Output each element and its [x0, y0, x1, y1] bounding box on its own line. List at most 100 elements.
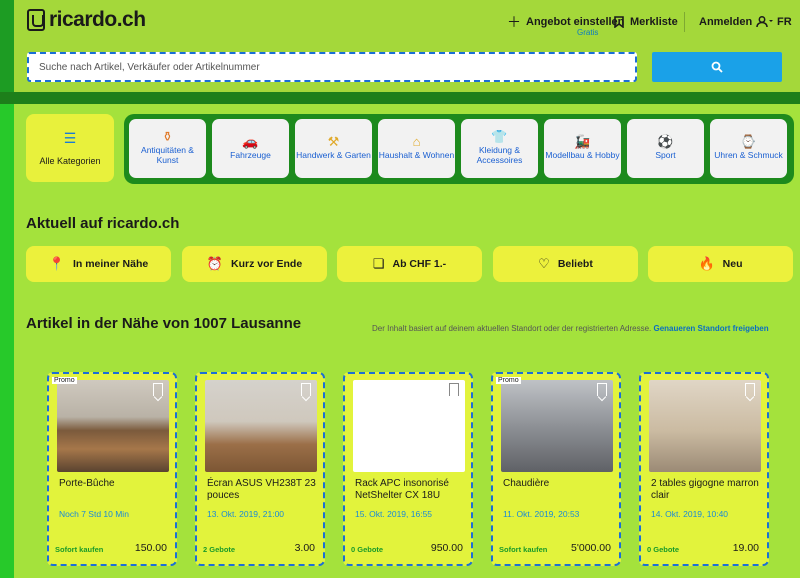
category-label: Sport [655, 150, 676, 160]
product-title: Écran ASUS VH238T 23 pouces [207, 478, 316, 501]
ball-icon: ⚽ [657, 134, 674, 149]
sell-link[interactable]: ＋ Angebot einstellen [507, 14, 624, 30]
product-title: 2 tables gigogne marron clair [651, 478, 759, 501]
chip-new[interactable]: 🔥 Neu [648, 246, 793, 282]
product-card[interactable]: Écran ASUS VH238T 23 pouces 13. Okt. 201… [195, 372, 325, 566]
search-input[interactable]: Suche nach Artikel, Verkäufer oder Artik… [27, 52, 637, 82]
search-placeholder: Suche nach Artikel, Verkäufer oder Artik… [39, 62, 260, 73]
current-heading: Aktuell auf ricardo.ch [26, 215, 180, 232]
heart-icon: ♡ [538, 256, 550, 271]
logo[interactable]: ricardo.ch [27, 8, 146, 32]
product-date: 14. Okt. 2019, 10:40 [651, 509, 729, 519]
promo-badge: Promo [52, 377, 77, 384]
search-button[interactable] [652, 52, 782, 82]
category-crafts-garden[interactable]: ⚒ Handwerk & Garten [295, 119, 372, 178]
chip-label: Beliebt [557, 258, 593, 270]
product-title: Rack APC insonorisé NetShelter CX 18U [355, 478, 449, 501]
product-price: 3.00 [294, 542, 315, 554]
train-icon: 🚂 [574, 134, 591, 149]
sell-sub-label: Gratis [577, 28, 599, 37]
product-card[interactable]: 2 tables gigogne marron clair 14. Okt. 2… [639, 372, 769, 566]
product-price: 150.00 [134, 542, 167, 554]
alarm-clock-icon: ⏰ [206, 256, 223, 271]
product-title: Porte-Bûche [59, 478, 115, 489]
location-note: Der Inhalt basiert auf deinem aktuellen … [372, 324, 769, 333]
car-icon: 🚗 [242, 134, 259, 149]
tools-icon: ⚒ [327, 134, 340, 149]
category-sport[interactable]: ⚽ Sport [627, 119, 704, 178]
product-card[interactable]: Rack APC insonorisé NetShelter CX 18U 15… [343, 372, 473, 566]
left-stripe [0, 104, 14, 578]
nearby-heading: Artikel in der Nähe von 1007 Lausanne [26, 315, 302, 332]
product-date: 11. Okt. 2019, 20:53 [503, 509, 580, 519]
one-box-icon: ❏ [372, 256, 385, 271]
category-household[interactable]: ⌂ Haushalt & Wohnen [378, 119, 455, 178]
header-band [0, 92, 800, 104]
watch-icon: ⌚ [740, 134, 757, 149]
chip-nearby[interactable]: 📍 In meiner Nähe [26, 246, 171, 282]
search-icon [711, 61, 723, 73]
flame-icon: 🔥 [698, 256, 715, 271]
category-clothing[interactable]: 👕 Kleidung & Accessoires [461, 119, 538, 178]
header: ricardo.ch ＋ Angebot einstellen Gratis M… [0, 0, 800, 104]
bookmark-icon[interactable] [745, 383, 755, 396]
chip-label: Neu [722, 258, 743, 270]
share-location-link[interactable]: Genaueren Standort freigeben [654, 324, 769, 333]
vase-icon: ⚱ [162, 129, 173, 144]
product-price: 19.00 [732, 542, 759, 554]
category-label: Modellbau & Hobby [545, 150, 620, 160]
bookmark-icon[interactable] [153, 383, 163, 396]
product-sub: Sofort kaufen [499, 545, 548, 554]
watchlist-label: Merkliste [630, 16, 678, 28]
lamp-icon: ⌂ [412, 134, 421, 149]
product-date: Noch 7 Std 10 Min [59, 509, 129, 519]
product-sub: Sofort kaufen [55, 545, 104, 554]
language-label: FR [777, 16, 792, 28]
promo-badge: Promo [496, 377, 521, 384]
sell-label: Angebot einstellen [526, 16, 625, 28]
category-label: Kleidung & Accessoires [476, 145, 523, 165]
product-sub: 2 Gebote [203, 545, 236, 554]
product-date: 15. Okt. 2019, 16:55 [355, 509, 433, 519]
product-date: 13. Okt. 2019, 21:00 [207, 509, 285, 519]
category-label: Fahrzeuge [230, 150, 271, 160]
watchlist-link[interactable]: Merkliste [614, 14, 678, 30]
plus-icon: ＋ [507, 14, 521, 30]
product-price: 5'000.00 [571, 542, 611, 554]
hand-logo-icon [27, 9, 45, 31]
product-title: Chaudière [503, 478, 550, 489]
login-label: Anmelden [699, 16, 753, 28]
category-label: Handwerk & Garten [296, 150, 371, 160]
product-card[interactable]: Promo Porte-Bûche Noch 7 Std 10 Min Sofo… [47, 372, 177, 566]
chip-label: Kurz vor Ende [231, 258, 303, 270]
bookmark-icon [614, 16, 624, 28]
location-note-text: Der Inhalt basiert auf deinem aktuellen … [372, 324, 652, 333]
category-label: Haushalt & Wohnen [378, 150, 455, 160]
category-models-hobby[interactable]: 🚂 Modellbau & Hobby [544, 119, 621, 178]
logo-text: ricardo.ch [49, 8, 146, 31]
category-label: Antiquitäten & Kunst [141, 145, 194, 165]
product-sub: 0 Gebote [351, 545, 384, 554]
bookmark-icon[interactable] [301, 383, 311, 396]
chip-label: In meiner Nähe [72, 258, 149, 270]
product-card[interactable]: Promo Chaudière 11. Okt. 2019, 20:53 Sof… [491, 372, 621, 566]
shirt-icon: 👕 [491, 129, 508, 144]
login-link[interactable]: Anmelden [699, 14, 774, 30]
menu-icon: ☰ [63, 130, 77, 146]
category-vehicles[interactable]: 🚗 Fahrzeuge [212, 119, 289, 178]
chip-ending-soon[interactable]: ⏰ Kurz vor Ende [182, 246, 327, 282]
product-sub: 0 Gebote [647, 545, 680, 554]
header-divider [684, 12, 685, 32]
chip-from-chf-1[interactable]: ❏ Ab CHF 1.- [337, 246, 482, 282]
all-categories-button[interactable]: ☰ Alle Kategorien [26, 114, 114, 182]
language-switch[interactable]: FR [777, 14, 792, 30]
category-watches-jewelry[interactable]: ⌚ Uhren & Schmuck [710, 119, 787, 178]
all-categories-label: Alle Kategorien [39, 156, 101, 166]
location-pin-icon: 📍 [48, 256, 65, 271]
category-bar: ⚱ Antiquitäten & Kunst 🚗 Fahrzeuge ⚒ Han… [124, 114, 794, 184]
bookmark-icon[interactable] [449, 383, 459, 396]
chip-popular[interactable]: ♡ Beliebt [493, 246, 638, 282]
category-antiquities[interactable]: ⚱ Antiquitäten & Kunst [129, 119, 206, 178]
bookmark-icon[interactable] [597, 383, 607, 396]
chip-label: Ab CHF 1.- [392, 258, 447, 270]
